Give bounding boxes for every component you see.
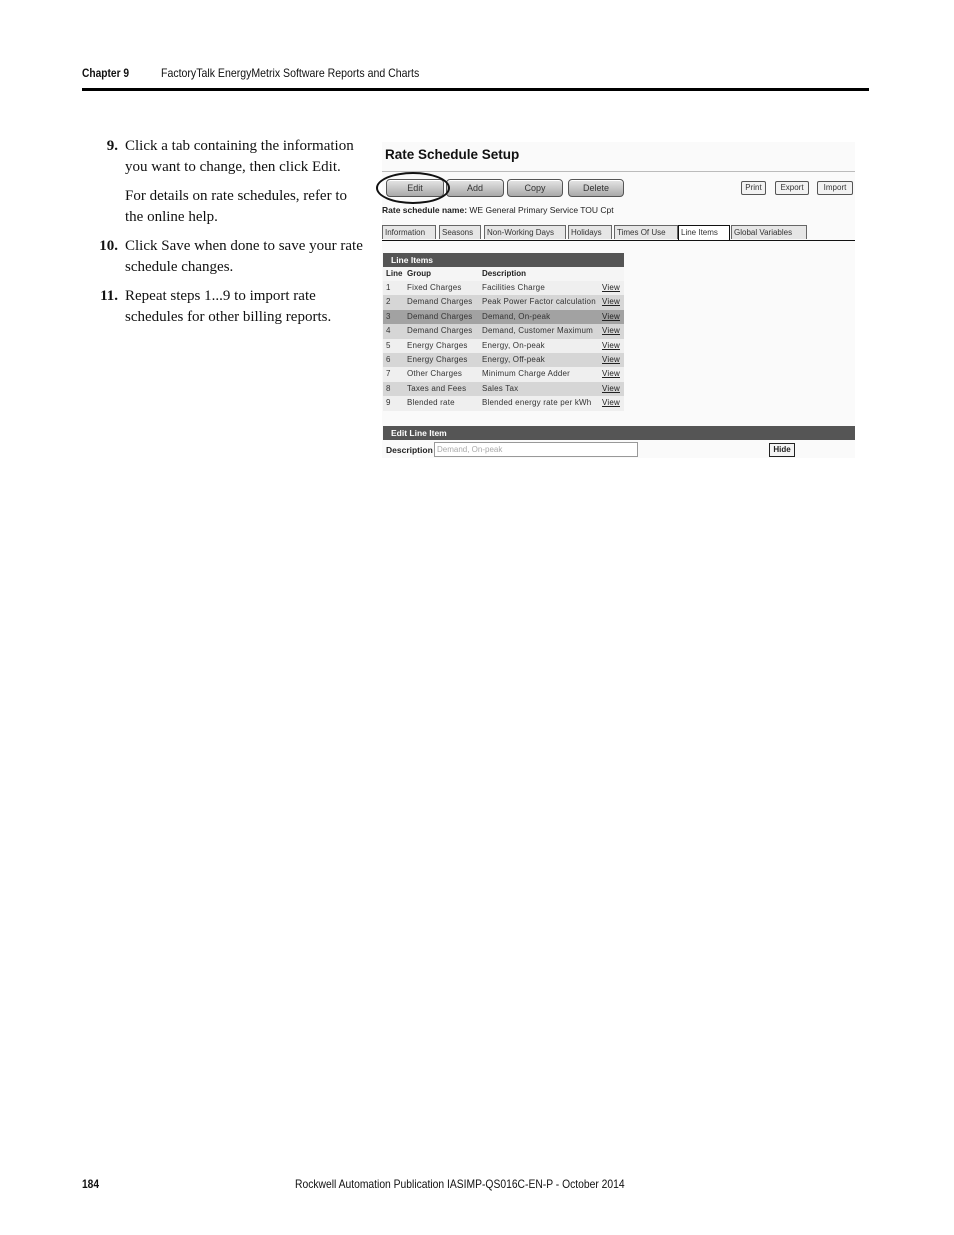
table-column-headers: Line Group Description <box>383 267 624 281</box>
cell-description: Minimum Charge Adder <box>482 369 571 379</box>
cell-description: Blended energy rate per kWh <box>482 398 592 408</box>
tab-holidays[interactable]: Holidays <box>568 225 612 239</box>
cell-group: Blended rate <box>407 398 455 408</box>
rate-schedule-value: WE General Primary Service TOU Cpt <box>469 205 614 215</box>
edit-highlight-circle <box>376 172 450 204</box>
column-group: Group <box>407 269 431 278</box>
cell-description: Peak Power Factor calculation <box>482 297 596 307</box>
view-link[interactable]: View <box>602 382 620 396</box>
cell-line: 3 <box>386 311 391 321</box>
view-link[interactable]: View <box>602 324 620 338</box>
line-items-table: Line Items Line Group Description 1 Fixe… <box>383 253 624 411</box>
cell-description: Energy, Off-peak <box>482 354 545 364</box>
cell-description: Energy, On-peak <box>482 340 545 350</box>
tab-information[interactable]: Information <box>382 225 436 239</box>
table-row[interactable]: 1 Fixed Charges Facilities Charge View <box>383 281 624 296</box>
cell-description: Sales Tax <box>482 383 519 393</box>
step-list: 9. Click a tab containing the informatio… <box>90 136 365 336</box>
table-row[interactable]: 9 Blended rate Blended energy rate per k… <box>383 396 624 411</box>
step-item: 11. Repeat steps 1...9 to import rate sc… <box>90 286 365 327</box>
cell-group: Fixed Charges <box>407 283 462 292</box>
delete-button[interactable]: Delete <box>568 179 624 197</box>
page-number: 184 <box>82 1177 100 1191</box>
tab-bar: Information Seasons Non-Working Days Hol… <box>382 225 855 241</box>
step-text: Click a tab containing the information y… <box>125 138 354 175</box>
table-row[interactable]: 7 Other Charges Minimum Charge Adder Vie… <box>383 367 624 382</box>
rate-schedule-name: Rate schedule name: WE General Primary S… <box>382 205 614 215</box>
view-link[interactable]: View <box>602 367 620 381</box>
cell-line: 5 <box>386 340 391 350</box>
line-items-header: Line Items <box>383 253 624 267</box>
print-button[interactable]: Print <box>741 181 766 195</box>
view-link[interactable]: View <box>602 295 620 309</box>
cell-group: Demand Charges <box>407 297 473 307</box>
title-divider <box>382 171 855 172</box>
description-label: Description <box>386 445 433 455</box>
cell-line: 7 <box>386 369 391 379</box>
cell-description: Demand, On-peak <box>482 311 551 321</box>
step-number: 9. <box>106 138 118 154</box>
step-item: 9. Click a tab containing the informatio… <box>90 136 365 227</box>
view-link[interactable]: View <box>602 396 620 410</box>
cell-line: 4 <box>386 326 391 336</box>
cell-group: Other Charges <box>407 369 463 379</box>
cell-line: 9 <box>386 398 391 408</box>
step-number: 10. <box>99 238 118 254</box>
header-rule <box>82 88 869 91</box>
tab-times-of-use[interactable]: Times Of Use <box>614 225 678 239</box>
cell-line: 8 <box>386 383 391 393</box>
step-text: Click Save when done to save your rate s… <box>125 238 363 275</box>
table-row[interactable]: 5 Energy Charges Energy, On-peak View <box>383 338 624 353</box>
copy-button[interactable]: Copy <box>507 179 563 197</box>
table-row[interactable]: 4 Demand Charges Demand, Customer Maximu… <box>383 324 624 339</box>
chapter-title: FactoryTalk EnergyMetrix Software Report… <box>161 66 420 80</box>
column-description: Description <box>482 269 527 278</box>
description-input[interactable]: Demand, On-peak <box>434 442 638 457</box>
rate-schedule-screenshot: Rate Schedule Setup Edit Add Copy Delete… <box>376 142 855 458</box>
cell-group: Demand Charges <box>407 326 473 336</box>
tab-non-working-days[interactable]: Non-Working Days <box>484 225 566 239</box>
cell-line: 2 <box>386 297 391 307</box>
publication-info: Rockwell Automation Publication IASIMP-Q… <box>295 1177 625 1191</box>
table-row[interactable]: 6 Energy Charges Energy, Off-peak View <box>383 352 624 368</box>
rate-schedule-label: Rate schedule name: <box>382 205 468 215</box>
tab-line-items[interactable]: Line Items <box>678 225 730 240</box>
add-button[interactable]: Add <box>446 179 504 197</box>
cell-group: Demand Charges <box>407 311 473 321</box>
view-link[interactable]: View <box>602 353 620 367</box>
chapter-label: Chapter 9 <box>82 66 130 80</box>
cell-line: 1 <box>386 283 391 292</box>
cell-description: Demand, Customer Maximum <box>482 326 594 336</box>
hide-button[interactable]: Hide <box>769 443 795 457</box>
tab-seasons[interactable]: Seasons <box>439 225 481 239</box>
table-row[interactable]: 2 Demand Charges Peak Power Factor calcu… <box>383 295 624 310</box>
step-number: 11. <box>100 288 118 304</box>
cell-group: Taxes and Fees <box>407 383 467 393</box>
export-button[interactable]: Export <box>775 181 809 195</box>
step-text: Repeat steps 1...9 to import rate schedu… <box>125 288 332 325</box>
edit-line-item-header: Edit Line Item <box>383 426 855 440</box>
import-button[interactable]: Import <box>817 181 853 195</box>
tab-global-variables[interactable]: Global Variables <box>731 225 807 239</box>
step-note: For details on rate schedules, refer to … <box>125 188 348 225</box>
table-row[interactable]: 8 Taxes and Fees Sales Tax View <box>383 381 624 397</box>
cell-group: Energy Charges <box>407 340 468 350</box>
table-row-selected[interactable]: 3 Demand Charges Demand, On-peak View <box>383 309 624 325</box>
view-link[interactable]: View <box>602 310 620 324</box>
view-link[interactable]: View <box>602 281 620 295</box>
view-link[interactable]: View <box>602 339 620 353</box>
step-item: 10. Click Save when done to save your ra… <box>90 236 365 277</box>
column-line: Line <box>386 269 403 278</box>
app-title: Rate Schedule Setup <box>385 147 520 162</box>
cell-group: Energy Charges <box>407 354 468 364</box>
cell-description: Facilities Charge <box>482 283 545 292</box>
cell-line: 6 <box>386 354 391 364</box>
